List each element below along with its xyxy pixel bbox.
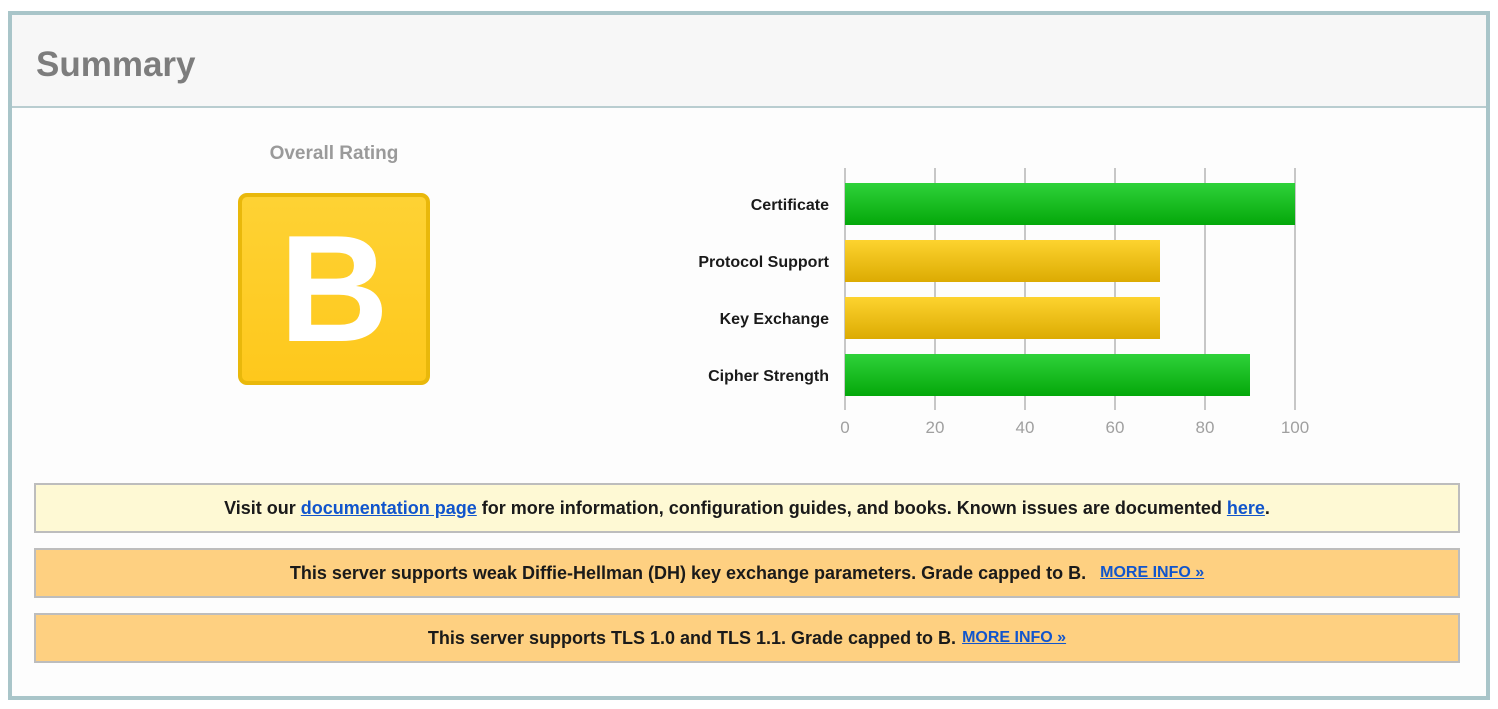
- x-tick-label: 20: [926, 418, 945, 437]
- documentation-page-link[interactable]: documentation page: [301, 498, 477, 519]
- bar-protocol-support: [845, 240, 1160, 282]
- summary-panel: Summary Overall Rating B Certificate Prot…: [8, 11, 1490, 700]
- x-tick-label: 60: [1106, 418, 1125, 437]
- tls-more-info-link[interactable]: MORE INFO »: [962, 629, 1066, 647]
- bar-category-label: Key Exchange: [720, 311, 829, 328]
- tls-warning-text: This server supports TLS 1.0 and TLS 1.1…: [427, 627, 957, 648]
- bar-certificate: [845, 183, 1295, 225]
- doc-notice-text-3: .: [1264, 497, 1270, 518]
- bar-key-exchange: [845, 297, 1160, 339]
- x-tick-label: 0: [840, 418, 849, 437]
- dh-warning-notice: This server supports weak Diffie-Hellman…: [34, 548, 1460, 598]
- documentation-notice: Visit our documentation page for more in…: [34, 483, 1460, 533]
- dh-warning-text: This server supports weak Diffie-Hellman…: [289, 562, 1087, 583]
- known-issues-link[interactable]: here: [1227, 498, 1265, 519]
- bar-category-label: Cipher Strength: [708, 368, 829, 385]
- dh-more-info-link[interactable]: MORE INFO »: [1100, 564, 1204, 582]
- doc-notice-text-1: Visit our: [224, 497, 301, 518]
- x-tick-label: 40: [1016, 418, 1035, 437]
- tls-warning-notice: This server supports TLS 1.0 and TLS 1.1…: [34, 613, 1460, 663]
- doc-notice-text-2: for more information, configuration guid…: [476, 497, 1227, 518]
- bar-cipher-strength: [845, 354, 1250, 396]
- bar-category-label: Certificate: [751, 197, 829, 214]
- x-tick-label: 80: [1196, 418, 1215, 437]
- bar-category-label: Protocol Support: [698, 254, 829, 271]
- x-tick-label: 100: [1281, 418, 1309, 437]
- rating-bar-chart: Certificate Protocol Support Key Exchange C…: [698, 168, 1309, 437]
